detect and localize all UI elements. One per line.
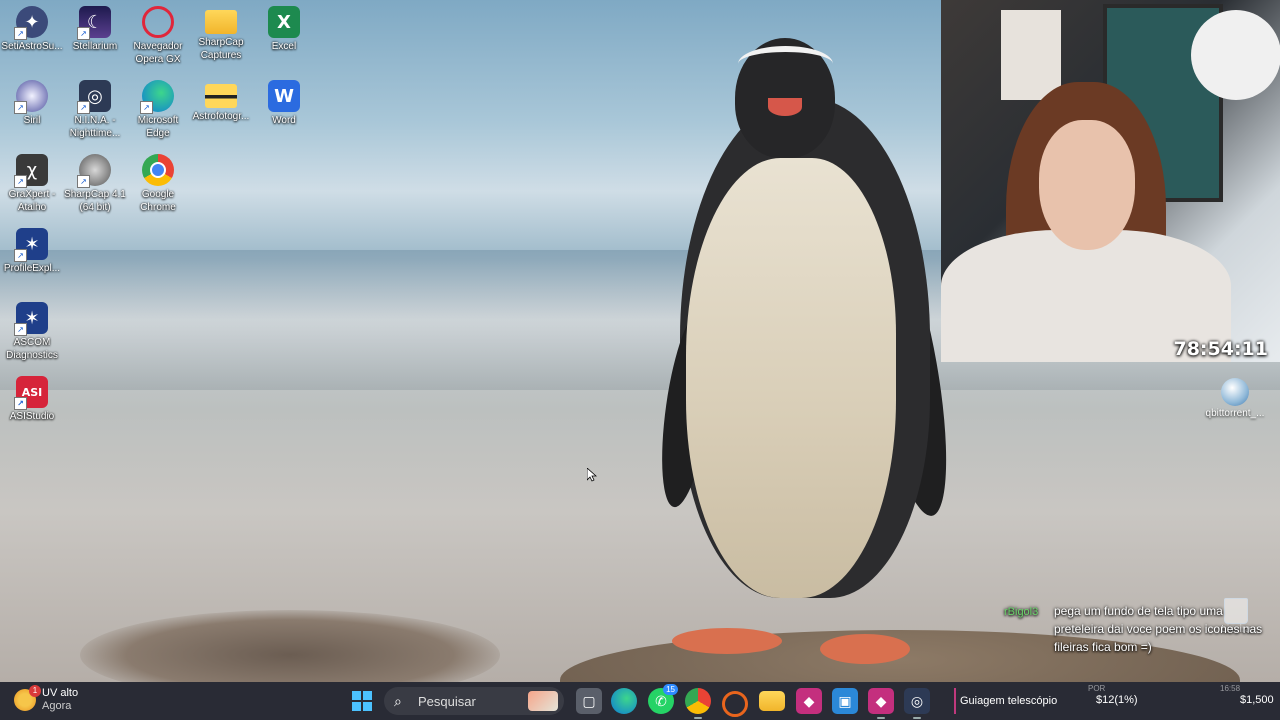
chrome-icon [142,154,174,186]
edge-icon: ↗ [140,80,174,114]
mouse-cursor-icon [586,467,598,487]
weather-widget[interactable]: 1 UV alto Agora [14,685,79,713]
desktop-icon-label: SetiAstroSu... [1,41,63,52]
desktop-icon-astrofotografia[interactable]: Astrofotogr... [189,76,253,123]
keyboard-layout-faint: POR [1088,684,1106,693]
taskbar-onenote-icon[interactable]: ◆ [796,688,822,714]
stellarium-icon: ☾ ↗ [77,6,111,40]
penguin-beak [768,98,802,116]
penguin-foot-right [820,634,910,664]
start-button[interactable] [352,691,372,711]
folder-icon [205,10,237,34]
penguin-image [652,38,963,664]
nina-icon: ◎ ↗ [77,80,111,114]
word-icon: W [268,80,300,112]
taskbar-search[interactable]: ⌕ Pesquisar [384,687,564,715]
desktop-icon-label: SharpCap Captures [198,37,244,61]
penguin-eye-stripe [738,46,833,82]
desktop-icon-word[interactable]: W Word [252,76,316,127]
desktop-icon-label: SharpCap 4.1 (64 bit) [64,189,126,213]
qbittorrent-icon [1221,378,1249,406]
webcam-telescope [1191,10,1280,100]
desktop-icon-profileexplorer[interactable]: ✶ ↗ ProfileExpl... [0,224,64,275]
desktop-icon-label: N.I.N.A. - Nighttime... [69,115,121,139]
webcam-overlay: 78:54:11 [941,0,1280,362]
desktop-icon-setiastro[interactable]: ✦ ↗ SetiAstroSu... [0,2,64,53]
penguin-foot-left [672,628,782,654]
desktop-icon-label: Siril [23,115,41,126]
taskbar-app-icon[interactable]: ▣ [832,688,858,714]
donation-stat-1: $12(1%) [1096,694,1138,706]
desktop-icon-asistudio[interactable]: ASI ↗ ASIStudio [0,372,64,423]
webcam-person-face [1039,120,1135,250]
taskbar-edge-icon[interactable] [611,688,637,714]
asistudio-icon: ASI ↗ [14,376,48,410]
desktop-icon-opera-gx[interactable]: Navegador Opera GX [126,2,190,66]
search-placeholder: Pesquisar [418,693,476,709]
desktop-icon-siril[interactable]: ↗ Siril [0,76,64,127]
taskbar-pink-app-icon[interactable]: ◆ [868,688,894,719]
stream-timer: 78:54:11 [1173,338,1268,360]
folder-icon [205,84,237,108]
taskbar-chrome-icon[interactable] [685,688,711,719]
desktop-icon-ascom-diagnostics[interactable]: ✶ ↗ ASCOM Diagnostics [0,298,64,362]
desktop-icon-graxpert[interactable]: χ ↗ GraXpert - Atalho [0,150,64,214]
ascom-diagnostics-icon: ✶ ↗ [14,302,48,336]
weather-subtitle: Agora [42,700,72,712]
chat-message-text: pega um fundo de tela tipo uma preteleir… [1054,604,1263,654]
taskbar-nina-icon[interactable]: ◎ [904,688,930,719]
desktop-icon-label: Stellarium [72,41,118,52]
donation-stat-2: $1,500 [1240,694,1274,706]
desktop-icon-label: Astrofotogr... [192,111,250,122]
sharpcap-icon: ↗ [77,154,111,188]
windows-logo-icon [352,691,361,700]
penguin-belly [686,158,896,598]
desktop-icon-label: Google Chrome [140,189,176,213]
task-view-icon[interactable]: ▢ [576,688,602,714]
desktop-icon-excel[interactable]: X Excel [252,2,316,53]
taskbar-whatsapp-icon[interactable]: ✆ 15 [648,684,678,714]
desktop-icon-sharpcap-captures[interactable]: SharpCap Captures [189,2,253,62]
desktop-icon-label: ProfileExpl... [3,263,61,274]
wallpaper-rock [80,610,500,682]
siril-icon: ↗ [14,80,48,114]
desktop-icon-nina[interactable]: ◎ ↗ N.I.N.A. - Nighttime... [63,76,127,140]
desktop-icon-label: Word [272,115,296,126]
desktop-icon-label: GraXpert - Atalho [8,189,56,213]
desktop-icon-chrome[interactable]: Google Chrome [126,150,190,214]
desktop-icon-label: Navegador Opera GX [133,41,183,65]
desktop-icon-qbittorrent[interactable]: qbittorrent_... [1200,378,1270,419]
taskbar-active-window[interactable]: Guiagem telescópio [954,688,1057,714]
excel-icon: X [268,6,300,38]
desktop-icon-label: Excel [271,41,297,52]
chat-username: rBigol3 [1004,606,1039,618]
search-icon: ⌕ [394,693,402,709]
ascom-profile-icon: ✶ ↗ [14,228,48,262]
taskbar-file-explorer-icon[interactable] [759,691,785,711]
search-highlight-image [528,691,558,711]
taskbar-opera-icon[interactable] [722,691,748,717]
desktop-icon-stellarium[interactable]: ☾ ↗ Stellarium [63,2,127,53]
opera-gx-icon [142,6,174,38]
whatsapp-badge: 15 [663,684,678,695]
webcam-shelf [1001,10,1061,100]
setiastro-icon: ✦ ↗ [14,6,48,40]
desktop-icon-label: Microsoft Edge [137,115,179,139]
desktop-icon-label: ASCOM Diagnostics [6,337,58,361]
clock-faint: 16:58 [1220,684,1241,693]
weather-title: UV alto [42,687,79,699]
desktop-icon-label: ASIStudio [9,411,55,422]
sun-icon: 1 [14,685,41,711]
graxpert-icon: χ ↗ [14,154,48,188]
weather-badge: 1 [29,685,41,697]
stream-chat-message: rBigol3 pega um fundo de tela tipo uma p… [1004,602,1264,656]
desktop-icon-label: qbittorrent_... [1205,408,1265,419]
desktop-icon-edge[interactable]: ↗ Microsoft Edge [126,76,190,140]
taskbar: 1 UV alto Agora ⌕ Pesquisar ▢ ✆ 15 ◆ ▣ ◆… [0,682,1280,720]
desktop-icon-sharpcap[interactable]: ↗ SharpCap 4.1 (64 bit) [63,150,127,214]
